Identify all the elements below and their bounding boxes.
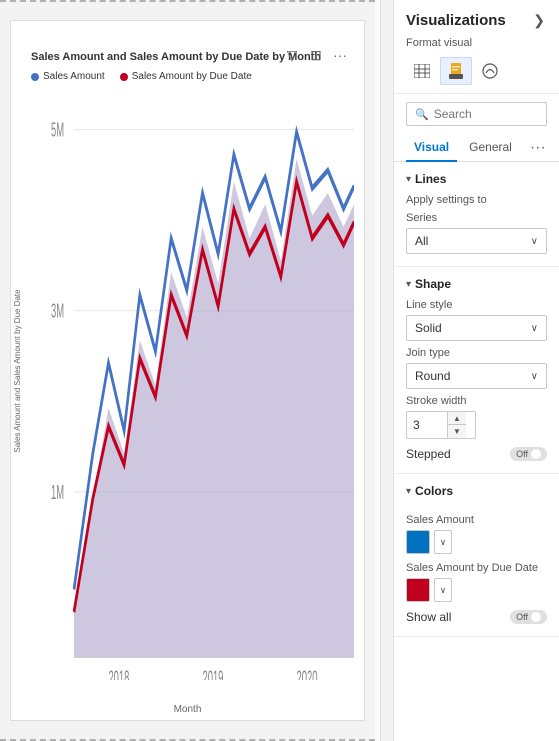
stroke-width-input[interactable] [407,413,447,437]
legend-item-due-date: Sales Amount by Due Date [120,71,252,82]
y-axis-label: Sales Amount and Sales Amount by Due Dat… [13,289,22,452]
panel-content: ▾ Lines Apply settings to Series All ∨ ▾… [394,162,559,741]
lines-section-title: Lines [415,172,446,186]
shape-section-title: Shape [415,277,451,291]
stepper-down-button[interactable]: ▼ [448,425,466,438]
svg-text:5M: 5M [51,120,64,142]
tabs-row: Visual General ··· [394,134,559,162]
panel-title-row: Visualizations ❯ [406,10,547,31]
lines-section-header[interactable]: ▾ Lines [394,162,559,194]
lines-chevron-icon: ▾ [406,174,411,185]
shape-chevron-icon: ▾ [406,279,411,290]
tab-visual[interactable]: Visual [406,134,457,162]
series-select[interactable]: All ∨ [406,228,547,254]
colors-section-title: Colors [415,484,453,498]
chart-container: ▽ ⊡ ··· Sales Amount and Sales Amount by… [10,20,365,721]
line-style-chevron-icon: ∨ [531,323,538,334]
join-type-chevron-icon: ∨ [531,371,538,382]
search-icon: 🔍 [415,108,429,121]
legend-label-due-date: Sales Amount by Due Date [132,71,252,82]
analytics-button[interactable] [474,57,506,85]
color-swatch-0[interactable] [406,530,430,554]
svg-text:3M: 3M [51,301,64,323]
focus-icon[interactable]: ⊡ [307,46,325,64]
legend-item-sales: Sales Amount [31,71,105,82]
apply-settings-label: Apply settings to [406,194,547,206]
show-all-toggle-thumb [531,612,541,622]
svg-text:2020: 2020 [297,668,318,680]
panel-close-button[interactable]: ❯ [531,10,547,31]
series-chevron-icon: ∨ [531,236,538,247]
stepped-label: Stepped [406,447,451,461]
svg-text:1M: 1M [51,482,64,504]
show-all-toggle-row: Show all Off [406,610,547,624]
format-visual-label: Format visual [406,37,547,49]
join-type-label: Join type [406,347,547,359]
search-input[interactable] [434,107,538,121]
filter-icon[interactable]: ▽ [283,46,301,64]
chart-title: Sales Amount and Sales Amount by Due Dat… [31,51,321,63]
color-chevron-button-0[interactable]: ∨ [434,530,452,554]
color-item-label-0: Sales Amount [406,514,547,526]
line-style-value: Solid [415,321,442,335]
stroke-width-label: Stroke width [406,395,547,407]
stepper-buttons: ▲ ▼ [447,412,466,438]
shape-section-body: Line style Solid ∨ Join type Round ∨ Str… [394,299,559,473]
stepped-toggle-row: Stepped Off [406,447,547,461]
legend-label-sales: Sales Amount [43,71,105,82]
lines-section-body: Apply settings to Series All ∨ [394,194,559,266]
color-chevron-button-1[interactable]: ∨ [434,578,452,602]
color-picker-row-0: ∨ [406,530,547,554]
stepped-toggle-value: Off [516,449,528,459]
shape-section-header[interactable]: ▾ Shape [394,267,559,299]
format-icon-row [406,57,547,85]
line-style-label: Line style [406,299,547,311]
colors-section-body: Sales Amount ∨ Sales Amount by Due Date … [394,514,559,636]
color-swatch-1[interactable] [406,578,430,602]
x-axis-label: Month [174,704,202,715]
colors-section: ▾ Colors Sales Amount ∨ Sales Amount by … [394,474,559,637]
tab-more-button[interactable]: ··· [524,135,552,161]
colors-chevron-icon: ▾ [406,486,411,497]
color-picker-row-1: ∨ [406,578,547,602]
chart-svg: 5M 3M 1M 2018 2019 2020 [51,91,354,680]
join-type-value: Round [415,369,450,383]
chart-border-top [0,0,375,2]
panel-header: Visualizations ❯ Format visual [394,0,559,94]
show-all-label: Show all [406,610,451,624]
stroke-width-stepper: ▲ ▼ [406,411,476,439]
table-view-button[interactable] [406,57,438,85]
search-container: 🔍 [406,102,547,126]
lines-section: ▾ Lines Apply settings to Series All ∨ [394,162,559,267]
stepper-up-button[interactable]: ▲ [448,412,466,425]
color-item-label-1: Sales Amount by Due Date [406,562,547,574]
chart-area: ▽ ⊡ ··· Sales Amount and Sales Amount by… [0,0,375,741]
legend-dot-due-date [120,73,128,81]
line-style-select[interactable]: Solid ∨ [406,315,547,341]
show-all-toggle[interactable]: Off [510,610,547,624]
series-field-label: Series [406,212,547,224]
chart-legend: Sales Amount Sales Amount by Due Date [31,71,252,82]
join-type-select[interactable]: Round ∨ [406,363,547,389]
svg-text:2018: 2018 [108,668,129,680]
more-options-icon[interactable]: ··· [331,46,349,64]
svg-text:2019: 2019 [202,668,223,680]
legend-dot-sales [31,73,39,81]
format-visual-button[interactable] [440,57,472,85]
tab-general[interactable]: General [461,134,520,162]
show-all-toggle-value: Off [516,612,528,622]
stepped-toggle[interactable]: Off [510,447,547,461]
chart-toolbar: ▽ ⊡ ··· [283,46,349,64]
shape-section: ▾ Shape Line style Solid ∨ Join type Rou… [394,267,559,474]
panel-title: Visualizations [406,12,506,29]
right-panel: Visualizations ❯ Format visual [393,0,559,741]
toggle-thumb [531,449,541,459]
series-value: All [415,234,428,248]
colors-section-header[interactable]: ▾ Colors [394,474,559,506]
